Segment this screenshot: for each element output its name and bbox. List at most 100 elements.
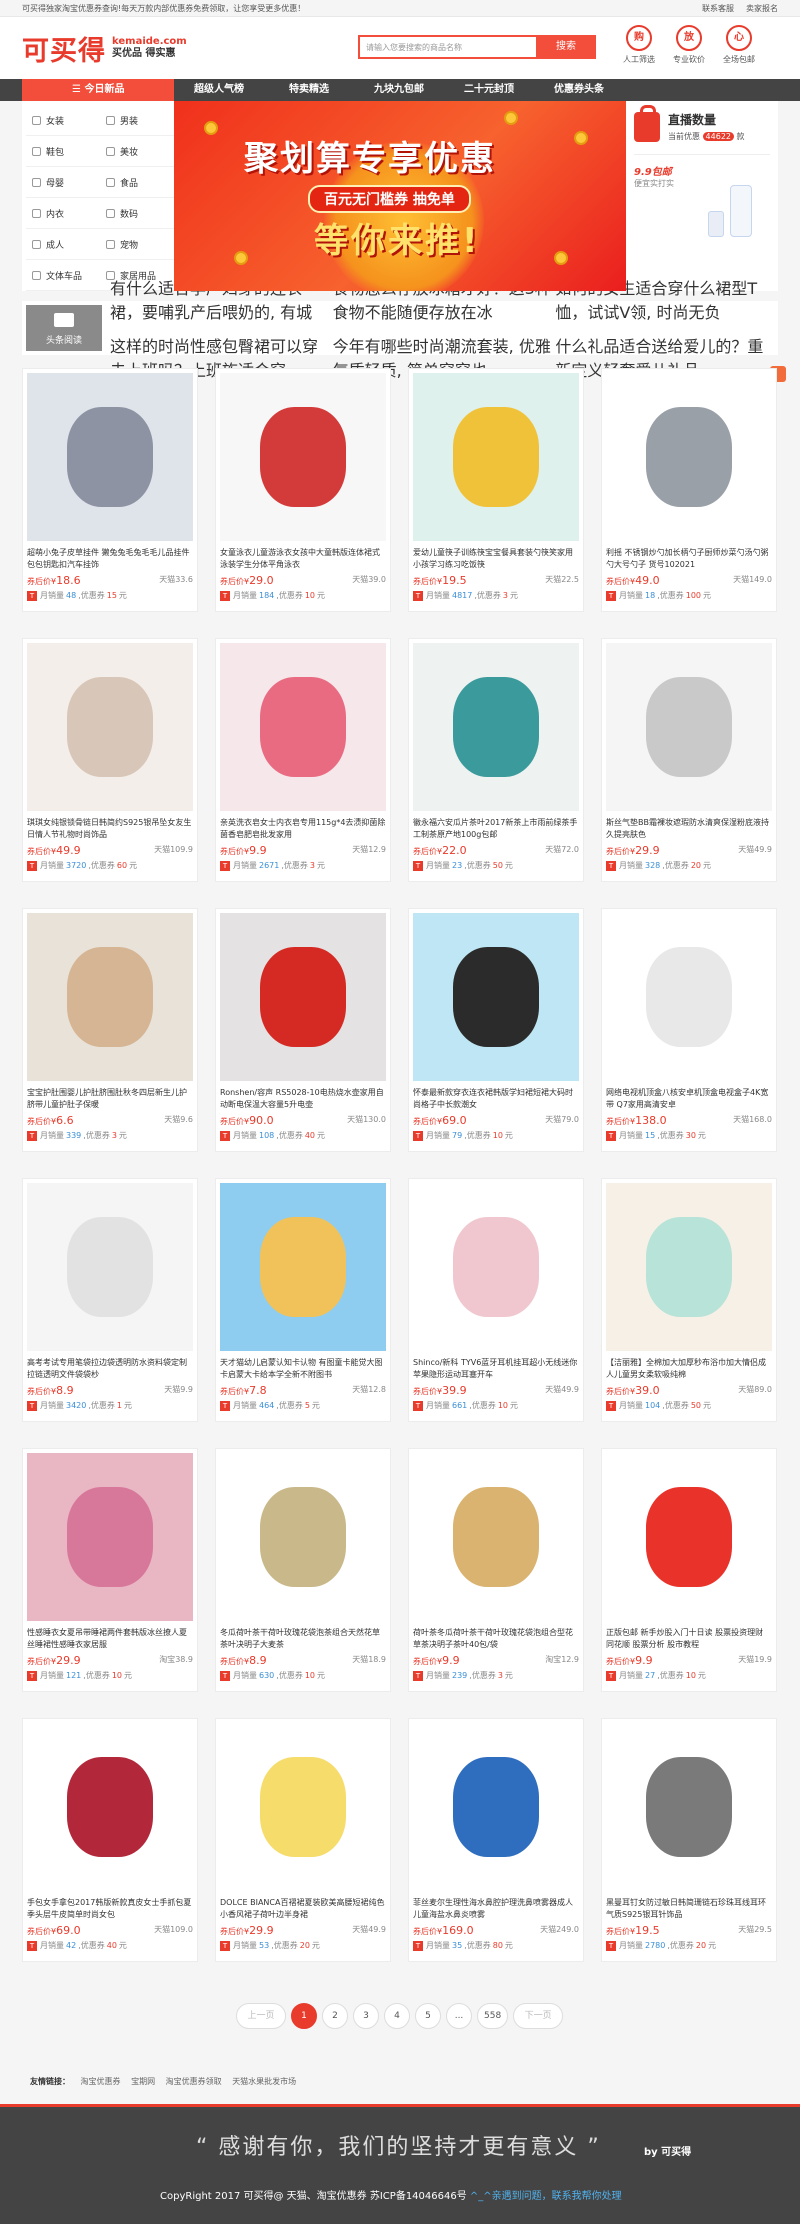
product-card[interactable]: 亲英洗衣皂女士内衣皂专用115g*4去渍抑菌除菌香皂肥皂批发家用 券后价¥9.9… — [215, 638, 391, 882]
category-item[interactable]: 文体车品 — [26, 260, 100, 290]
category-item[interactable]: 男装 — [100, 105, 174, 135]
product-image[interactable] — [606, 373, 772, 541]
product-image[interactable] — [27, 913, 193, 1081]
category-item[interactable]: 宠物 — [100, 229, 174, 259]
product-title[interactable]: 【洁丽雅】全棉加大加厚秒布浴巾加大情侣成人儿童男女柔软吸纯棉 — [606, 1357, 772, 1381]
product-title[interactable]: 菲丝麦尔生理性海水鼻腔护理洗鼻喷雾器成人儿童海盐水鼻炎喷雾 — [413, 1897, 579, 1921]
product-title[interactable]: 女童泳衣儿童游泳衣女孩中大童韩版连体裙式泳装学生分体平角泳衣 — [220, 547, 386, 571]
nav-popular[interactable]: 超级人气榜 — [174, 79, 264, 101]
logo[interactable]: 可买得 kemaide.com 买优品 得实惠 — [22, 29, 187, 68]
product-image[interactable] — [606, 1183, 772, 1351]
product-image[interactable] — [413, 913, 579, 1081]
product-title[interactable]: 爱幼儿童筷子训练筷宝宝餐具套装勺筷笑家用小孩学习练习吃饭筷 — [413, 547, 579, 571]
nav-new-today[interactable]: ☰ 今日新品 — [22, 79, 174, 101]
product-card[interactable]: Ronshen/容声 RS5028-10电热烧水壶家用自动断电保温大容量5升电壶… — [215, 908, 391, 1152]
product-card[interactable]: 女童泳衣儿童游泳衣女孩中大童韩版连体裙式泳装学生分体平角泳衣 券后价¥29.0 天… — [215, 368, 391, 612]
live-count[interactable]: 直播数量 当前优惠 44622 款 — [634, 104, 770, 155]
product-title[interactable]: 正版包邮 新手炒股入门十日读 股票投资理财 同花顺 股票分析 股市教程 — [606, 1627, 772, 1651]
product-title[interactable]: 斯丝气垫BB霜裸妆遮瑕防水清爽保湿粉底液持久提亮肤色 — [606, 817, 772, 841]
product-card[interactable]: 爱幼儿童筷子训练筷宝宝餐具套装勺筷笑家用小孩学习练习吃饭筷 券后价¥19.5 天猫… — [408, 368, 584, 612]
product-image[interactable] — [27, 373, 193, 541]
category-item[interactable]: 数码 — [100, 198, 174, 228]
product-image[interactable] — [606, 1453, 772, 1621]
product-title[interactable]: 天才猫幼儿启蒙认知卡认物 有图童卡能觉大图卡启蒙大卡给本学全新不附图书 — [220, 1357, 386, 1381]
nav-20-cap[interactable]: 二十元封顶 — [444, 79, 534, 101]
friend-link[interactable]: 宝期网 — [131, 2077, 155, 2086]
product-title[interactable]: 徽永福六安瓜片茶叶2017新茶上市雨前绿茶手工制茶原产地100g包邮 — [413, 817, 579, 841]
product-card[interactable]: 菲丝麦尔生理性海水鼻腔护理洗鼻喷雾器成人儿童海盐水鼻炎喷雾 券后价¥169.0 天… — [408, 1718, 584, 1962]
help-link[interactable]: 联系客服 — [702, 4, 734, 13]
friend-link[interactable]: 淘宝优惠券 — [81, 2077, 121, 2086]
product-card[interactable]: 宝宝护肚围婴儿护肚脐围肚秋冬四层新生儿护脐带儿童护肚子保暖 券后价¥6.6 天猫9… — [22, 908, 198, 1152]
friend-link[interactable]: 天猫水果批发市场 — [232, 2077, 296, 2086]
product-image[interactable] — [606, 913, 772, 1081]
product-image[interactable] — [413, 643, 579, 811]
product-image[interactable] — [27, 1723, 193, 1891]
page-button[interactable]: 558 — [477, 2003, 509, 2029]
product-card[interactable]: 天才猫幼儿启蒙认知卡认物 有图童卡能觉大图卡启蒙大卡给本学全新不附图书 券后价¥… — [215, 1178, 391, 1422]
category-item[interactable]: 美妆 — [100, 136, 174, 166]
product-title[interactable]: 宝宝护肚围婴儿护肚脐围肚秋冬四层新生儿护脐带儿童护肚子保暖 — [27, 1087, 193, 1111]
product-title[interactable]: 怀泰最新款穿衣连衣裙韩版学妇裙短裙大码时尚格子中长款潮女 — [413, 1087, 579, 1111]
product-image[interactable] — [27, 643, 193, 811]
product-image[interactable] — [606, 643, 772, 811]
nav-special[interactable]: 特卖精选 — [264, 79, 354, 101]
product-title[interactable]: 手包女手拿包2017韩版新款真皮女士手抓包夏季头层牛皮简单时尚女包 — [27, 1897, 193, 1921]
product-card[interactable]: 网络电视机顶盒八核安卓机顶盒电视盒子4K宽带 Q7家用高清安卓 券后价¥138.… — [601, 908, 777, 1152]
product-image[interactable] — [220, 643, 386, 811]
page-button[interactable]: 4 — [384, 2003, 410, 2029]
page-button[interactable]: 5 — [415, 2003, 441, 2029]
product-card[interactable]: 正版包邮 新手炒股入门十日读 股票投资理财 同花顺 股票分析 股市教程 券后价¥… — [601, 1448, 777, 1692]
seller-join-link[interactable]: 卖家报名 — [746, 4, 778, 13]
product-image[interactable] — [413, 1453, 579, 1621]
product-card[interactable]: DOLCE BIANCA百褶裙夏装欧美高腰短裙纯色小香风裙子荷叶边半身裙 券后价… — [215, 1718, 391, 1962]
product-title[interactable]: 琪琪女纯银锁骨链日韩简约S925银吊坠女友生日情人节礼物时尚饰品 — [27, 817, 193, 841]
product-image[interactable] — [27, 1183, 193, 1351]
product-image[interactable] — [220, 1453, 386, 1621]
contact-link[interactable]: ^_^亲遇到问题，联系我帮你处理 — [470, 2191, 622, 2202]
product-title[interactable]: DOLCE BIANCA百褶裙夏装欧美高腰短裙纯色小香风裙子荷叶边半身裙 — [220, 1897, 386, 1921]
category-item[interactable]: 食品 — [100, 167, 174, 197]
category-item[interactable]: 内衣 — [26, 198, 100, 228]
product-image[interactable] — [413, 373, 579, 541]
prev-page-button[interactable]: 上一页 — [236, 2003, 286, 2029]
page-button[interactable]: 1 — [291, 2003, 317, 2029]
product-title[interactable]: 黑曼耳钉女防过敏日韩简珊链石珍珠耳线耳环气质S925银耳针饰品 — [606, 1897, 772, 1921]
search-button[interactable]: 搜索 — [536, 35, 596, 59]
product-image[interactable] — [413, 1183, 579, 1351]
search-input[interactable]: 请输入您要搜索的商品名称 — [358, 35, 536, 59]
product-card[interactable]: 琪琪女纯银锁骨链日韩简约S925银吊坠女友生日情人节礼物时尚饰品 券后价¥49.… — [22, 638, 198, 882]
page-button[interactable]: 3 — [353, 2003, 379, 2029]
product-card[interactable]: 性感睡衣女夏吊带睡裙两件套韩版冰丝撩人夏丝睡裙性感睡衣家居服 券后价¥29.9 淘… — [22, 1448, 198, 1692]
product-card[interactable]: 高考考试专用笔袋拉边袋透明防水资料袋定制拉链透明文件袋袋杪 券后价¥8.9 天猫9… — [22, 1178, 198, 1422]
next-page-button[interactable]: 下一页 — [513, 2003, 564, 2029]
product-card[interactable]: 超萌小兔子皮草挂件 獭兔兔毛兔毛毛儿品挂件包包钥匙扣汽车挂饰 券后价¥18.6 天… — [22, 368, 198, 612]
product-title[interactable]: 冬瓜荷叶茶干荷叶玫瑰花袋泡茶组合天然花草茶叶决明子大麦茶 — [220, 1627, 386, 1651]
nav-coupon-news[interactable]: 优惠券头条 — [534, 79, 624, 101]
product-title[interactable]: Shinco/新科 TYV6蓝牙耳机挂耳超小无线迷你苹果隐形运动耳塞开车 — [413, 1357, 579, 1381]
product-image[interactable] — [606, 1723, 772, 1891]
product-title[interactable]: Ronshen/容声 RS5028-10电热烧水壶家用自动断电保温大容量5升电壶 — [220, 1087, 386, 1111]
category-item[interactable]: 鞋包 — [26, 136, 100, 166]
product-image[interactable] — [220, 1723, 386, 1891]
promo-banner[interactable]: 聚划算专享优惠 百元无门槛券 抽免单 等你来推! — [174, 101, 626, 291]
nav-9-9[interactable]: 九块九包邮 — [354, 79, 444, 101]
product-card[interactable]: 斯丝气垫BB霜裸妆遮瑕防水清爽保湿粉底液持久提亮肤色 券后价¥29.9 天猫49.… — [601, 638, 777, 882]
category-item[interactable]: 母婴 — [26, 167, 100, 197]
nine-nine-promo[interactable]: 9.9包邮 便宜实打实 — [634, 163, 770, 263]
product-card[interactable]: 【洁丽雅】全棉加大加厚秒布浴巾加大情侣成人儿童男女柔软吸纯棉 券后价¥39.0 天… — [601, 1178, 777, 1422]
product-card[interactable]: 冬瓜荷叶茶干荷叶玫瑰花袋泡茶组合天然花草茶叶决明子大麦茶 券后价¥8.9 天猫18… — [215, 1448, 391, 1692]
category-item[interactable]: 成人 — [26, 229, 100, 259]
product-card[interactable]: Shinco/新科 TYV6蓝牙耳机挂耳超小无线迷你苹果隐形运动耳塞开车 券后价… — [408, 1178, 584, 1422]
product-image[interactable] — [413, 1723, 579, 1891]
product-title[interactable]: 高考考试专用笔袋拉边袋透明防水资料袋定制拉链透明文件袋袋杪 — [27, 1357, 193, 1381]
product-title[interactable]: 网络电视机顶盒八核安卓机顶盒电视盒子4K宽带 Q7家用高清安卓 — [606, 1087, 772, 1111]
product-title[interactable]: 性感睡衣女夏吊带睡裙两件套韩版冰丝撩人夏丝睡裙性感睡衣家居服 — [27, 1627, 193, 1651]
category-item[interactable]: 女装 — [26, 105, 100, 135]
product-card[interactable]: 荷叶茶冬瓜荷叶茶干荷叶玫瑰花袋泡组合型花草茶决明子茶叶40包/袋 券后价¥9.9… — [408, 1448, 584, 1692]
product-image[interactable] — [220, 373, 386, 541]
product-card[interactable]: 黑曼耳钉女防过敏日韩简珊链石珍珠耳线耳环气质S925银耳针饰品 券后价¥19.5… — [601, 1718, 777, 1962]
product-card[interactable]: 利摇 不锈钢炒勺加长柄勺子厨师炒菜勺汤勺粥勺大号勺子 货号102021 券后价¥… — [601, 368, 777, 612]
product-title[interactable]: 超萌小兔子皮草挂件 獭兔兔毛兔毛毛儿品挂件包包钥匙扣汽车挂饰 — [27, 547, 193, 571]
product-title[interactable]: 亲英洗衣皂女士内衣皂专用115g*4去渍抑菌除菌香皂肥皂批发家用 — [220, 817, 386, 841]
